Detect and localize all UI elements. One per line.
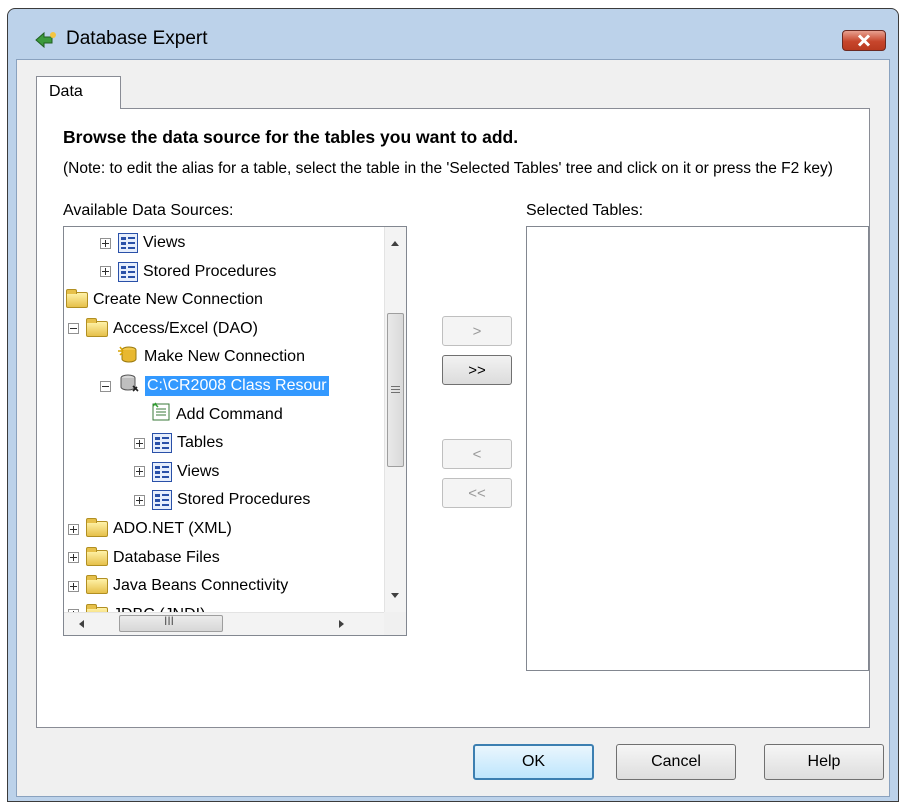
tab-data[interactable]: Data — [36, 76, 121, 109]
folder-icon — [86, 575, 108, 595]
expand-icon[interactable] — [134, 437, 145, 449]
tree-item-label: JDBC (JNDI) — [111, 605, 207, 612]
remove-selected-button[interactable]: < — [442, 439, 512, 469]
list-icon — [118, 261, 138, 282]
tree-item[interactable]: Stored Procedures — [134, 486, 312, 514]
scroll-down-arrow-icon[interactable] — [391, 593, 399, 598]
tree-item[interactable]: Create New Connection — [66, 286, 265, 314]
vertical-scroll-thumb[interactable] — [387, 313, 404, 467]
tree-item-label: Add Command — [176, 405, 283, 423]
help-button[interactable]: Help — [764, 744, 884, 780]
folder-icon — [86, 317, 108, 337]
list-icon — [152, 433, 172, 454]
folder-icon — [86, 546, 108, 566]
tree-item[interactable]: Make New Connection — [100, 343, 307, 371]
scroll-up-arrow-icon[interactable] — [391, 241, 399, 246]
tree-item-label: Stored Procedures — [177, 491, 311, 509]
add-selected-button[interactable]: > — [442, 316, 512, 346]
folder-icon — [66, 289, 88, 309]
tree-horizontal-scrollbar[interactable]: III — [64, 612, 384, 635]
tree-item-label: C:\CR2008 Class Resour — [145, 376, 329, 396]
tree-item[interactable]: Java Beans Connectivity — [68, 572, 290, 600]
tree-viewport: Views Stored Procedures Create New Connect… — [64, 227, 384, 612]
folder-icon — [86, 518, 108, 537]
tree-item[interactable]: C:\CR2008 Class Resour — [100, 372, 329, 400]
list-icon — [152, 490, 172, 511]
expand-icon[interactable] — [100, 237, 111, 249]
close-button[interactable] — [842, 30, 886, 51]
tree-item[interactable]: Stored Procedures — [100, 258, 278, 286]
cancel-button[interactable]: Cancel — [616, 744, 736, 780]
tree-item-label: Make New Connection — [144, 348, 305, 366]
tree-item-label: Java Beans Connectivity — [113, 577, 289, 595]
data-tab-panel: Browse the data source for the tables yo… — [36, 108, 870, 728]
grip-line — [391, 389, 400, 390]
tree-item[interactable]: Views — [134, 458, 221, 486]
tree-item[interactable]: Access/Excel (DAO) — [68, 315, 260, 343]
tree-item-label: Views — [143, 234, 186, 251]
selected-tables-list[interactable] — [526, 226, 869, 671]
database-expert-window: Database Expert Data Browse the data sou… — [7, 8, 899, 802]
horizontal-thumb-grip: III — [164, 614, 175, 628]
tree-vertical-scrollbar[interactable] — [384, 227, 406, 612]
tree-item-label: Views — [177, 462, 220, 480]
tree-item[interactable]: ADO.NET (XML) — [68, 515, 234, 543]
tree-item-label: ADO.NET (XML) — [113, 520, 232, 537]
ok-button[interactable]: OK — [473, 744, 594, 780]
tree-item[interactable]: Database Files — [68, 544, 222, 572]
remove-all-button[interactable]: << — [442, 478, 512, 508]
expand-icon[interactable] — [134, 494, 145, 506]
scrollbar-corner — [384, 612, 406, 635]
window-title: Database Expert — [66, 28, 208, 49]
tab-data-label: Data — [49, 83, 83, 100]
dialog-client-area: Data Browse the data source for the tabl… — [16, 59, 890, 797]
list-icon — [152, 461, 172, 482]
horizontal-scroll-thumb[interactable]: III — [119, 614, 223, 632]
instruction-heading: Browse the data source for the tables yo… — [63, 127, 519, 147]
available-data-sources-label: Available Data Sources: — [63, 202, 234, 219]
add-all-button[interactable]: >> — [442, 355, 512, 385]
collapse-icon[interactable] — [100, 380, 111, 392]
add-command-icon — [151, 402, 171, 427]
alias-note: (Note: to edit the alias for a table, se… — [63, 160, 833, 177]
expand-icon[interactable] — [68, 523, 79, 535]
close-icon — [857, 34, 871, 47]
grip-line — [391, 386, 400, 387]
title-bar[interactable]: Database Expert — [8, 9, 898, 59]
tree-item[interactable]: Views — [100, 229, 187, 257]
tree-item-label: Tables — [177, 434, 224, 452]
expand-icon[interactable] — [68, 552, 79, 564]
tree-item-label: Stored Procedures — [143, 262, 277, 280]
expand-icon[interactable] — [134, 466, 145, 478]
expand-icon[interactable] — [68, 580, 79, 592]
available-data-sources-tree[interactable]: Views Stored Procedures Create New Connect… — [63, 226, 407, 636]
selected-tables-label: Selected Tables: — [526, 202, 644, 219]
list-icon — [118, 233, 138, 253]
scroll-left-arrow-icon[interactable] — [79, 620, 84, 628]
tree-item[interactable]: JDBC (JNDI) — [68, 601, 207, 612]
expand-icon[interactable] — [100, 266, 111, 278]
database-icon — [118, 373, 142, 400]
collapse-icon[interactable] — [68, 323, 79, 335]
new-connection-icon — [117, 345, 139, 370]
tree-item-label: Database Files — [113, 548, 220, 566]
grip-line — [391, 392, 400, 393]
tree-item[interactable]: Add Command — [134, 401, 285, 429]
database-expert-icon — [35, 31, 56, 49]
scroll-right-arrow-icon[interactable] — [339, 620, 344, 628]
tree-item-label: Create New Connection — [93, 291, 263, 309]
tree-item[interactable]: Tables — [134, 429, 225, 457]
tree-item-label: Access/Excel (DAO) — [113, 319, 258, 337]
